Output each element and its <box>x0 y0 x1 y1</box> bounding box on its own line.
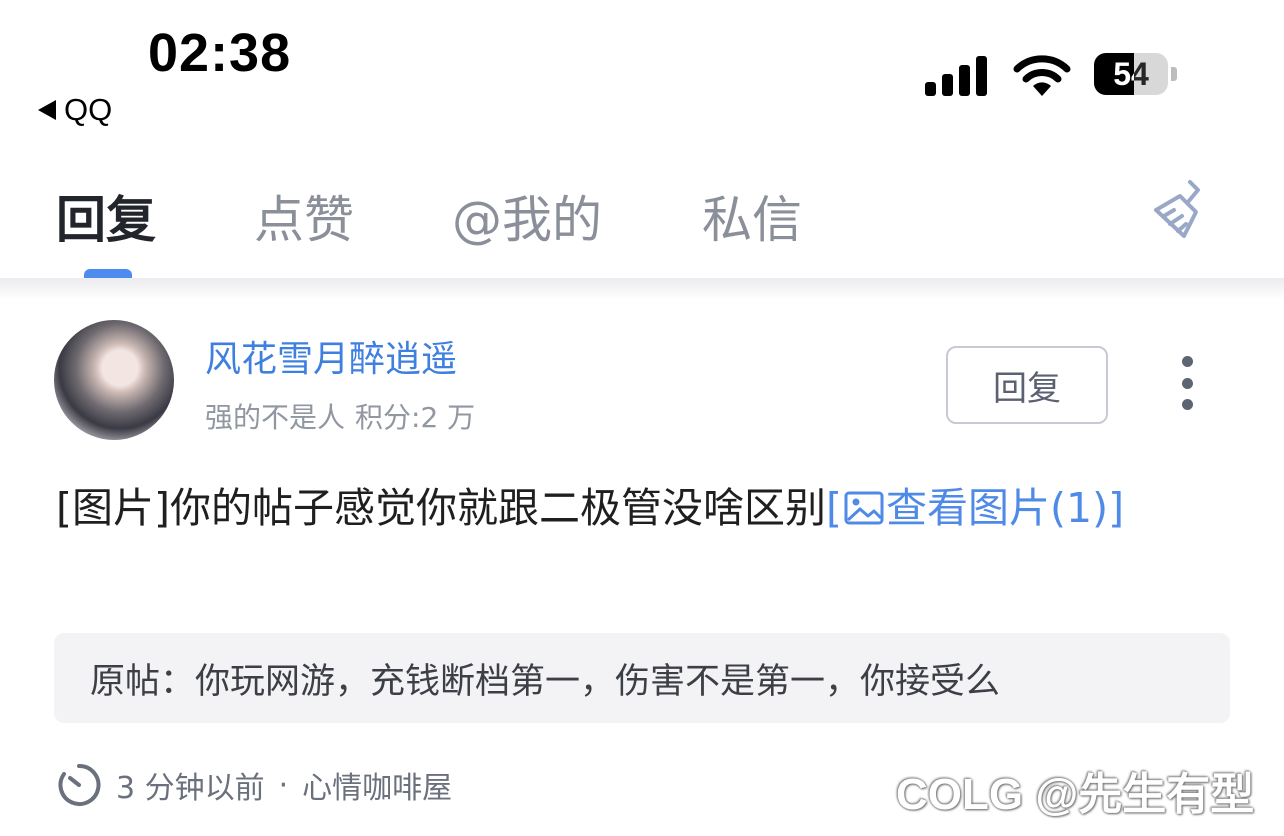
time-ago: 3 分钟以前 <box>116 771 265 806</box>
reply-text: [图片]你的帖子感觉你就跟二极管没啥区别 <box>56 484 826 532</box>
battery-level: 54 <box>1113 55 1149 92</box>
broom-clear-icon[interactable] <box>1150 176 1216 242</box>
avatar[interactable] <box>54 320 174 440</box>
cellular-signal-icon <box>925 56 987 96</box>
user-meta: 强的不是人 积分:2 万 <box>205 396 475 436</box>
clock-icon <box>58 763 101 806</box>
username[interactable]: 风花雪月醉逍遥 <box>205 330 457 382</box>
tab-mentions[interactable]: @我的 <box>452 180 602 252</box>
back-to-app-button[interactable]: QQ <box>38 92 112 128</box>
view-image-bracket: [ <box>826 484 842 532</box>
wifi-icon <box>1013 55 1071 96</box>
more-options-icon[interactable] <box>1172 356 1202 410</box>
battery-indicator: 54 <box>1094 53 1177 95</box>
view-image-link[interactable]: [ 查看图片(1)] <box>826 484 1124 532</box>
back-app-label: QQ <box>64 92 113 127</box>
notification-tabs: 回复 点赞 @我的 私信 <box>0 150 1284 281</box>
tab-private-messages[interactable]: 私信 <box>702 180 802 252</box>
battery-icon: 54 <box>1094 53 1168 95</box>
user-title: 强的不是人 <box>205 401 346 434</box>
meta-separator: · <box>278 767 289 803</box>
tab-likes[interactable]: 点赞 <box>254 180 354 252</box>
image-icon <box>844 491 884 525</box>
forum-name[interactable]: 心情咖啡屋 <box>302 763 452 807</box>
reply-button[interactable]: 回复 <box>946 346 1108 424</box>
view-image-label: 查看图片(1)] <box>886 484 1125 532</box>
status-time: 02:38 <box>148 23 292 83</box>
user-score: 积分:2 万 <box>355 401 476 434</box>
original-post-quote[interactable]: 原帖：你玩网游，充钱断档第一，伤害不是第一，你接受么 <box>54 633 1230 723</box>
watermark: COLG @先生有型 <box>896 770 1255 819</box>
tab-reply[interactable]: 回复 <box>56 180 156 252</box>
tabs-divider <box>0 278 1284 300</box>
reply-content[interactable]: [图片]你的帖子感觉你就跟二极管没啥区别[ 查看图片(1)] <box>56 474 1236 542</box>
reply-meta: 3 分钟以前 · 心情咖啡屋 <box>56 762 452 808</box>
back-arrow-icon <box>38 100 56 120</box>
